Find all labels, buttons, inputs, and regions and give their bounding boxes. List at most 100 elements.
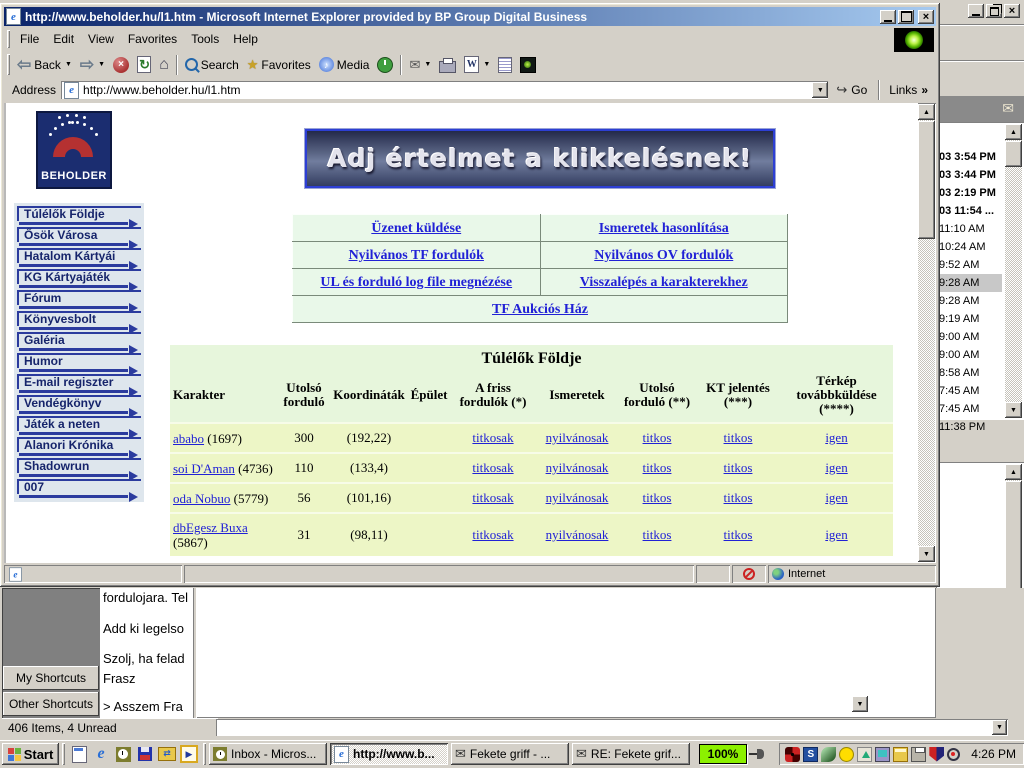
message-row[interactable]: 9:00 AM: [936, 328, 1002, 346]
favorites-button[interactable]: ★ Favorites: [243, 55, 315, 75]
last-turn-link[interactable]: titkos: [643, 430, 672, 445]
character-link[interactable]: oda Nobuo: [173, 491, 230, 506]
fresh-turns-link[interactable]: titkosak: [472, 430, 513, 445]
menu-item-file[interactable]: File: [13, 30, 46, 48]
character-link[interactable]: soi D'Aman: [173, 461, 235, 476]
other-shortcuts-button[interactable]: Other Shortcuts: [3, 692, 99, 716]
back-button[interactable]: ⇦ Back ▼: [13, 55, 76, 75]
start-button[interactable]: Start: [2, 743, 59, 765]
message-row[interactable]: 11:10 AM: [936, 220, 1002, 238]
last-turn-link[interactable]: titkos: [643, 460, 672, 475]
go-button[interactable]: ↪ Go: [828, 82, 875, 98]
sidebar-item-osok-varosa[interactable]: Ősök Városa: [17, 227, 141, 248]
message-row[interactable]: 03 3:44 PM: [936, 166, 1002, 184]
taskbar-clock[interactable]: 4:26 PM: [971, 747, 1018, 761]
task-button-re-fekete-griff[interactable]: ✉ RE: Fekete grif...: [572, 743, 690, 765]
task-button-fekete-griff[interactable]: ✉ Fekete griff - ...: [451, 743, 569, 765]
quicklaunch-ie-icon[interactable]: e: [92, 745, 110, 763]
message-row-selected[interactable]: 9:28 AM: [936, 274, 1002, 292]
menu-item-tools[interactable]: Tools: [184, 30, 226, 48]
kt-report-link[interactable]: titkos: [724, 430, 753, 445]
mail-button[interactable]: ✉ ▼: [405, 55, 435, 75]
dropdown-button[interactable]: ▼: [992, 720, 1007, 735]
tray-icq-icon[interactable]: [839, 747, 854, 762]
search-button[interactable]: Search: [181, 56, 243, 74]
fresh-turns-link[interactable]: titkosak: [472, 527, 513, 542]
quicklaunch-folder-sync-icon[interactable]: ⇄: [158, 745, 176, 763]
message-row[interactable]: 9:28 AM: [936, 292, 1002, 310]
quicklaunch-media-player-icon[interactable]: ▶: [180, 745, 198, 763]
scroll-down-button[interactable]: ▼: [852, 696, 868, 712]
scrollbar-track[interactable]: [1005, 124, 1022, 418]
tray-update-icon[interactable]: [857, 747, 872, 762]
sidebar-item-galeria[interactable]: Galéria: [17, 332, 141, 353]
message-row[interactable]: 8:58 AM: [936, 364, 1002, 382]
quicklaunch-outlook-icon[interactable]: [114, 745, 132, 763]
address-url[interactable]: http://www.beholder.hu/l1.htm: [83, 83, 808, 97]
menu-item-view[interactable]: View: [81, 30, 121, 48]
scroll-down-button[interactable]: ▼: [1005, 402, 1022, 418]
message-row[interactable]: 03 11:54 ...: [936, 202, 1002, 220]
kt-report-link[interactable]: titkos: [724, 527, 753, 542]
forward-mail-icon[interactable]: ✉: [1002, 100, 1014, 117]
message-list-scrollbar[interactable]: ▲ ▼: [1005, 124, 1022, 418]
last-turn-link[interactable]: titkos: [643, 527, 672, 542]
banner-ad[interactable]: Adj értelmet a klikkelésnek!: [305, 129, 775, 188]
tray-antivirus-shield-icon[interactable]: [929, 747, 944, 762]
my-shortcuts-button[interactable]: My Shortcuts: [3, 666, 99, 690]
sidebar-item-email-regiszter[interactable]: E-mail regiszter: [17, 374, 141, 395]
scroll-up-button[interactable]: ▲: [918, 104, 935, 120]
tray-magnifier-icon[interactable]: [947, 748, 960, 761]
address-input[interactable]: e http://www.beholder.hu/l1.htm ▼: [61, 81, 828, 99]
tray-yellow-window-icon[interactable]: [893, 747, 908, 762]
kt-report-link[interactable]: titkos: [724, 490, 753, 505]
home-button[interactable]: ⌂: [155, 56, 173, 74]
toolbar-grip[interactable]: [7, 54, 10, 76]
task-button-inbox[interactable]: Inbox - Micros...: [209, 743, 327, 765]
beholder-logo[interactable]: BEHOLDER: [36, 111, 112, 189]
tray-printer-icon[interactable]: [911, 747, 926, 762]
quicklaunch-mail-compose-icon[interactable]: [70, 745, 88, 763]
link-visszalepes[interactable]: Visszalépés a karakterekhez: [580, 275, 748, 290]
link-uzenet-kuldese[interactable]: Üzenet küldése: [371, 221, 461, 236]
toolbar-grip[interactable]: [7, 30, 10, 48]
sidebar-item-tulelok-foldje[interactable]: Túlélők Földje: [17, 206, 141, 227]
refresh-button[interactable]: ↻: [133, 54, 155, 75]
edit-button[interactable]: W ▼: [460, 54, 494, 75]
map-forward-link[interactable]: igen: [825, 527, 847, 542]
link-ismeretek-hasonlitasa[interactable]: Ismeretek hasonlítása: [599, 221, 729, 236]
media-button[interactable]: ♪ Media: [315, 55, 374, 74]
fresh-turns-link[interactable]: titkosak: [472, 460, 513, 475]
page-scrollbar[interactable]: ▲ ▼: [918, 104, 935, 562]
status-privacy-pane[interactable]: [732, 565, 766, 583]
scrollbar-thumb[interactable]: [918, 121, 935, 239]
fresh-turns-link[interactable]: titkosak: [472, 490, 513, 505]
tray-green-ribbon-icon[interactable]: [821, 747, 836, 762]
ie-title-bar[interactable]: e http://www.beholder.hu/l1.htm - Micros…: [4, 7, 936, 26]
outlook-restore-button[interactable]: [986, 4, 1002, 18]
sidebar-item-kg-kartyajatek[interactable]: KG Kártyajáték: [17, 269, 141, 290]
scroll-up-button[interactable]: ▲: [1005, 124, 1022, 140]
message-row[interactable]: 7:45 AM: [936, 382, 1002, 400]
message-row[interactable]: 7:45 AM: [936, 400, 1002, 418]
tray-display-icon[interactable]: [875, 747, 890, 762]
last-turn-link[interactable]: titkos: [643, 490, 672, 505]
message-row[interactable]: 9:52 AM: [936, 256, 1002, 274]
link-ul-log-file[interactable]: UL és forduló log file megnézése: [320, 275, 512, 290]
sidebar-item-hatalom-kartyai[interactable]: Hatalom Kártyái: [17, 248, 141, 269]
battery-meter[interactable]: 100%: [699, 744, 747, 764]
character-link[interactable]: ababo: [173, 431, 204, 446]
scroll-down-button[interactable]: ▼: [918, 546, 935, 562]
tray-blue-app-icon[interactable]: S: [803, 747, 818, 762]
message-row[interactable]: 9:19 AM: [936, 310, 1002, 328]
messenger-button[interactable]: [516, 55, 540, 75]
outlook-close-button[interactable]: ×: [1004, 4, 1020, 18]
message-row[interactable]: 03 2:19 PM: [936, 184, 1002, 202]
sidebar-item-alanori-kronika[interactable]: Alanori Krónika: [17, 437, 141, 458]
menu-item-help[interactable]: Help: [226, 30, 265, 48]
scroll-up-button[interactable]: ▲: [1005, 464, 1022, 480]
message-row[interactable]: 10:24 AM: [936, 238, 1002, 256]
menu-item-favorites[interactable]: Favorites: [121, 30, 184, 48]
outlook-minimize-button[interactable]: [968, 4, 984, 18]
ie-maximize-button[interactable]: [898, 10, 914, 24]
